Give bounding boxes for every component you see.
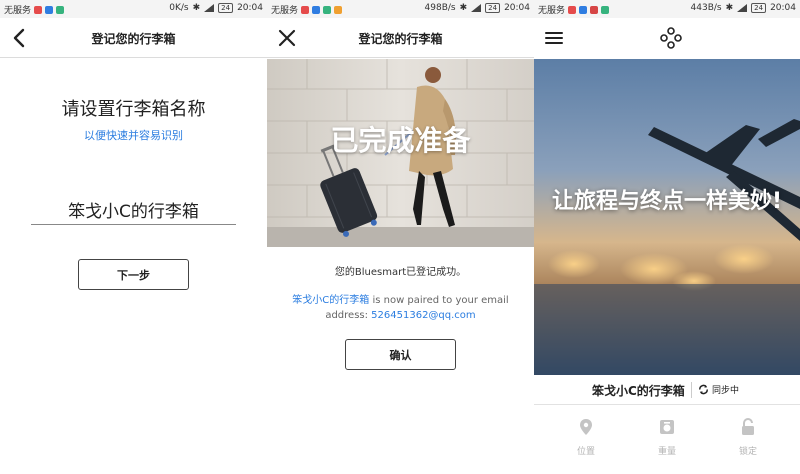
app-notification-icon — [590, 5, 599, 14]
battery-icon: 24 — [485, 3, 501, 13]
battery-icon: 24 — [751, 3, 767, 13]
network-speed: 0K/s — [169, 3, 189, 13]
hero-photo: 已完成准备 — [267, 59, 534, 247]
bluetooth-icon: ✱ — [459, 3, 468, 13]
network-speed: 498B/s — [424, 3, 456, 13]
suitcase-name-input[interactable] — [31, 195, 236, 225]
bluesmart-logo-icon — [660, 27, 682, 49]
success-message: 您的Bluesmart已登记成功。 — [334, 267, 467, 278]
app-notification-icon — [312, 5, 321, 14]
hero-photo: 让旅程与终点一样美妙! — [534, 59, 800, 375]
app-logo — [659, 26, 683, 50]
hero-headline: 已完成准备 — [330, 124, 471, 157]
app-notification-icon — [56, 5, 65, 14]
lock-icon — [742, 418, 754, 435]
suitcase-name-link[interactable]: 笨戈小C的行李箱 — [292, 295, 369, 306]
tab-lock-label: 锁定 — [738, 447, 757, 457]
airplane-sunset-image — [534, 59, 800, 375]
app-notification-icon — [45, 5, 54, 14]
screen-set-name: 无服务 0K/s ✱ 24 20:04 登记您的行李箱 请设置行李箱名称 以便快… — [0, 0, 267, 474]
tab-location[interactable]: 位置 — [556, 418, 616, 457]
tab-weight[interactable]: 重量 — [637, 418, 697, 457]
status-bar: 无服务 443B/s ✱ 24 20:04 — [534, 0, 800, 18]
top-app-bar — [534, 18, 800, 58]
tab-location-label: 位置 — [576, 447, 595, 457]
pairing-message: 笨戈小C的行李箱 is now paired to your email add… — [279, 293, 522, 323]
bottom-tab-bar: 位置 重量 锁定 — [534, 410, 800, 470]
app-notification-icon — [568, 5, 577, 14]
hamburger-menu-icon — [545, 32, 563, 44]
location-pin-icon — [580, 419, 592, 435]
sync-status[interactable]: 同步中 — [698, 383, 739, 396]
prompt-title: 请设置行李箱名称 — [61, 99, 206, 120]
app-notification-icon — [34, 5, 43, 14]
app-notification-icon — [301, 5, 310, 14]
clock: 20:04 — [770, 3, 796, 13]
carrier-label: 无服务 — [538, 6, 566, 16]
confirm-button[interactable]: 确认 — [345, 339, 456, 370]
bluetooth-icon: ✱ — [725, 3, 734, 13]
hero-slogan: 让旅程与终点一样美妙! — [551, 189, 783, 214]
top-app-bar: 登记您的行李箱 — [267, 18, 534, 58]
network-speed: 443B/s — [690, 3, 722, 13]
carrier-label: 无服务 — [4, 6, 32, 16]
carrier-label: 无服务 — [271, 6, 299, 16]
email-link[interactable]: 526451362@qq.com — [371, 310, 476, 321]
top-app-bar: 登记您的行李箱 — [0, 18, 267, 58]
suitcase-name: 笨戈小C的行李箱 — [592, 384, 685, 398]
screen-home: 无服务 443B/s ✱ 24 20:04 让旅程与终点一样美妙! 笨戈小C的行… — [534, 0, 800, 474]
app-notification-icon — [323, 5, 332, 14]
wifi-icon — [471, 4, 482, 12]
wifi-icon — [204, 4, 215, 12]
page-title: 登记您的行李箱 — [358, 32, 443, 46]
menu-button[interactable] — [542, 26, 566, 50]
status-bar: 无服务 0K/s ✱ 24 20:04 — [0, 0, 267, 18]
app-notification-icon — [579, 5, 588, 14]
battery-icon: 24 — [218, 3, 234, 13]
sync-icon — [699, 384, 708, 395]
divider — [691, 382, 692, 398]
tab-weight-label: 重量 — [657, 447, 676, 457]
status-bar: 无服务 498B/s ✱ 24 20:04 — [267, 0, 534, 18]
sync-status-label: 同步中 — [712, 386, 740, 396]
tab-lock[interactable]: 锁定 — [718, 418, 778, 457]
bluetooth-icon: ✱ — [192, 3, 201, 13]
next-button[interactable]: 下一步 — [78, 259, 189, 290]
clock: 20:04 — [504, 3, 530, 13]
clock: 20:04 — [237, 3, 263, 13]
page-title: 登记您的行李箱 — [91, 32, 176, 46]
prompt-subtitle: 以便快速并容易识别 — [84, 129, 183, 142]
app-notification-icon — [334, 5, 343, 14]
wifi-icon — [737, 4, 748, 12]
app-notification-icon — [601, 5, 610, 14]
scale-icon — [660, 420, 674, 434]
screen-registration-complete: 无服务 498B/s ✱ 24 20:04 登记您的行李箱 已完成准备 您的Bl… — [267, 0, 534, 474]
suitcase-status-bar: 笨戈小C的行李箱 同步中 — [534, 375, 800, 405]
